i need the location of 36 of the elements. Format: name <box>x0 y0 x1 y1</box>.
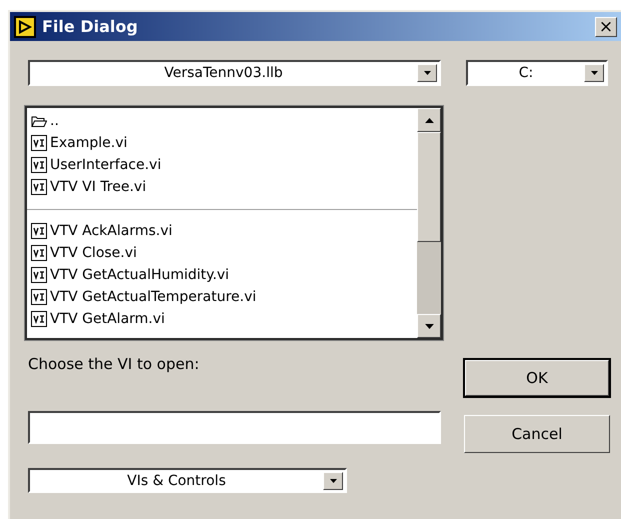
file-list-item[interactable]: VTV Close.vi <box>27 242 417 264</box>
vi-file-icon <box>31 179 47 195</box>
file-list-item[interactable]: VTV VI Tree.vi <box>27 176 417 198</box>
prompt-label: Choose the VI to open: <box>28 355 200 375</box>
up-arrow-icon <box>424 118 434 122</box>
scroll-down-button[interactable] <box>417 314 441 338</box>
vi-file-icon <box>31 311 47 327</box>
close-button[interactable]: × <box>595 16 617 36</box>
vi-file-icon <box>31 267 47 283</box>
file-list-item[interactable]: .. <box>27 110 417 132</box>
scroll-thumb[interactable] <box>417 132 441 242</box>
dialog-button[interactable]: Cancel <box>464 415 610 453</box>
app-icon <box>14 16 36 38</box>
window-title: File Dialog <box>42 17 139 36</box>
path-value: VersaTennv03.llb <box>163 65 284 81</box>
file-list-item[interactable]: UserInterface.vi <box>27 154 417 176</box>
vi-file-icon <box>31 157 47 173</box>
name-input-field[interactable] <box>28 411 441 444</box>
down-arrow-icon <box>424 324 434 328</box>
vi-file-icon <box>31 223 47 239</box>
path-dropdown[interactable]: VersaTennv03.llb <box>28 60 441 86</box>
file-list-item[interactable]: VTV GetActualTemperature.vi <box>27 286 417 308</box>
vi-file-icon <box>31 245 47 261</box>
file-list-item[interactable]: Example.vi <box>27 132 417 154</box>
scrollbar[interactable] <box>417 108 441 338</box>
drive-value: C: <box>518 65 534 81</box>
file-list-item[interactable]: VTV GetAlarm.vi <box>27 308 417 330</box>
filter-dropdown[interactable]: VIs & Controls <box>28 468 347 493</box>
drive-dropdown[interactable]: C: <box>466 60 608 86</box>
scroll-up-button[interactable] <box>417 108 441 132</box>
vi-file-icon <box>31 135 47 151</box>
file-list-item[interactable]: VTV GetActualHumidity.vi <box>27 264 417 286</box>
filter-value: VIs & Controls <box>126 472 227 488</box>
file-list-item[interactable]: VTV AckAlarms.vi <box>27 220 417 242</box>
dialog-button[interactable]: OK <box>464 359 610 397</box>
vi-file-icon <box>31 289 47 305</box>
